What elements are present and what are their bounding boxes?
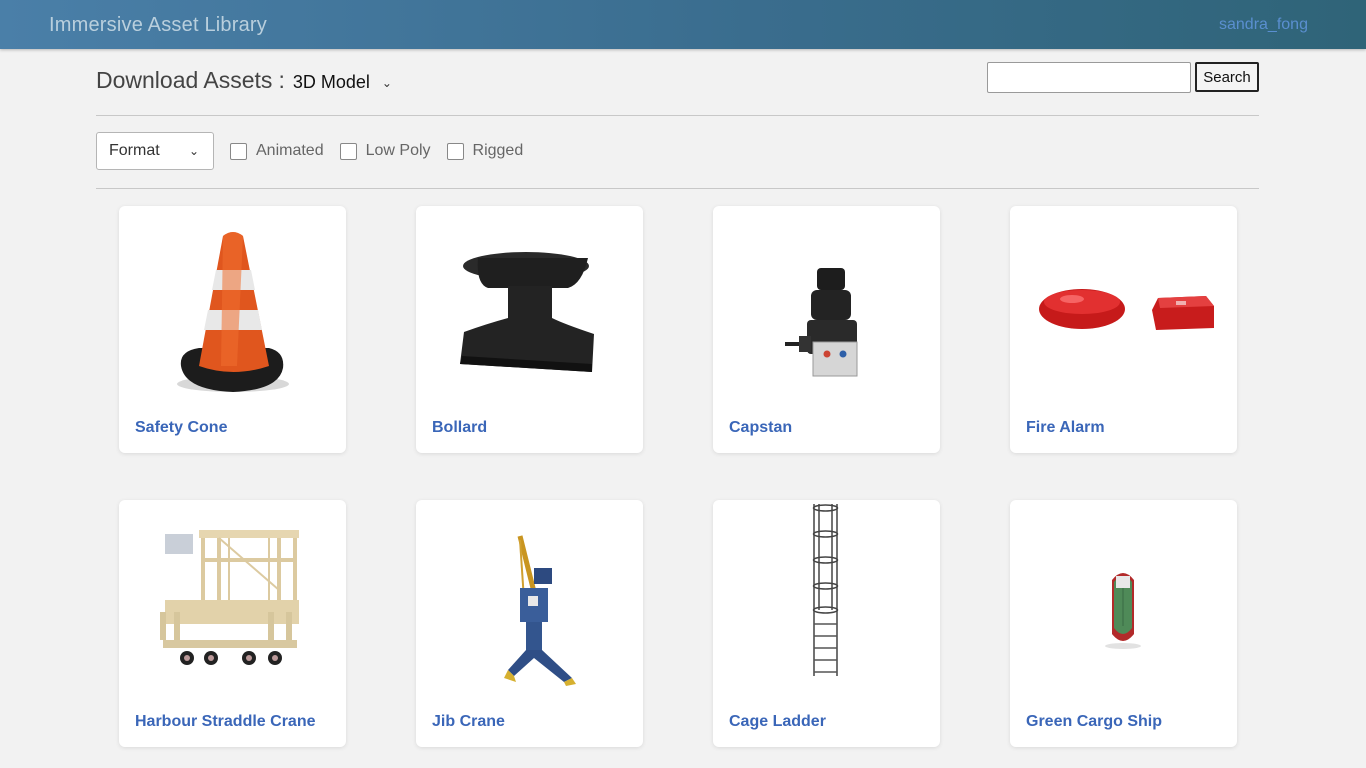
asset-card-cage-ladder[interactable]: Cage Ladder	[713, 500, 940, 747]
low-poly-filter[interactable]: Low Poly	[339, 142, 431, 160]
filter-bar: Format ⌄ Animated Low Poly Rigged	[96, 132, 523, 170]
asset-type-value: 3D Model	[292, 72, 370, 92]
rigged-label: Rigged	[472, 142, 524, 159]
asset-type-dropdown[interactable]: 3D Model ⌄	[293, 72, 392, 93]
asset-card-capstan[interactable]: Capstan	[713, 206, 940, 453]
low-poly-label: Low Poly	[365, 142, 431, 159]
asset-thumbnail	[119, 500, 346, 700]
animated-checkbox[interactable]	[230, 142, 247, 160]
page-header: Download Assets : 3D Model ⌄	[96, 67, 392, 97]
low-poly-checkbox[interactable]	[339, 142, 357, 160]
safety-cone-icon	[177, 232, 289, 392]
asset-thumbnail	[416, 206, 643, 406]
asset-thumbnail	[1010, 500, 1237, 700]
capstan-icon	[785, 268, 858, 377]
asset-thumbnail	[713, 500, 940, 700]
asset-card-green-cargo-ship[interactable]: Green Cargo Ship	[1010, 500, 1237, 747]
search-input[interactable]	[987, 62, 1191, 93]
asset-grid: Safety Cone Bollard Capstan Fire Alarm H…	[119, 206, 1237, 747]
asset-thumbnail	[416, 500, 643, 700]
chevron-down-icon: ⌄	[381, 75, 392, 90]
straddle-crane-icon	[160, 530, 299, 665]
asset-thumbnail	[1010, 206, 1237, 406]
asset-card-jib-crane[interactable]: Jib Crane	[416, 500, 643, 747]
search-button[interactable]: Search	[1195, 62, 1259, 92]
bollard-icon	[460, 252, 594, 372]
cargo-ship-icon	[1105, 573, 1141, 649]
page-title: Download Assets	[96, 67, 273, 93]
app-title[interactable]: Immersive Asset Library	[49, 14, 267, 37]
title-separator: :	[278, 67, 285, 93]
asset-name[interactable]: Safety Cone	[135, 419, 227, 437]
asset-name[interactable]: Green Cargo Ship	[1026, 713, 1162, 731]
asset-name[interactable]: Bollard	[432, 419, 487, 437]
asset-thumbnail	[713, 206, 940, 406]
animated-label: Animated	[256, 142, 324, 159]
asset-card-fire-alarm[interactable]: Fire Alarm	[1010, 206, 1237, 453]
top-navigation-bar: Immersive Asset Library sandra_fong	[0, 0, 1366, 49]
chevron-down-icon: ⌄	[188, 144, 199, 158]
asset-name[interactable]: Fire Alarm	[1026, 419, 1105, 437]
rigged-checkbox[interactable]	[446, 142, 464, 160]
asset-card-safety-cone[interactable]: Safety Cone	[119, 206, 346, 453]
rigged-filter[interactable]: Rigged	[446, 142, 524, 160]
jib-crane-icon	[504, 535, 576, 686]
format-dropdown-label: Format	[109, 142, 160, 159]
asset-name[interactable]: Capstan	[729, 419, 792, 437]
asset-card-harbour-straddle-crane[interactable]: Harbour Straddle Crane	[119, 500, 346, 747]
asset-name[interactable]: Harbour Straddle Crane	[135, 713, 315, 731]
cage-ladder-icon	[812, 504, 839, 676]
format-dropdown[interactable]: Format ⌄	[96, 132, 214, 170]
asset-card-bollard[interactable]: Bollard	[416, 206, 643, 453]
asset-name[interactable]: Cage Ladder	[729, 713, 826, 731]
header-divider	[96, 115, 1259, 116]
animated-filter[interactable]: Animated	[230, 142, 324, 160]
asset-name[interactable]: Jib Crane	[432, 713, 505, 731]
asset-thumbnail	[119, 206, 346, 406]
fire-alarm-icon	[1039, 289, 1214, 330]
filter-divider	[96, 188, 1259, 189]
user-account-link[interactable]: sandra_fong	[1219, 16, 1308, 34]
